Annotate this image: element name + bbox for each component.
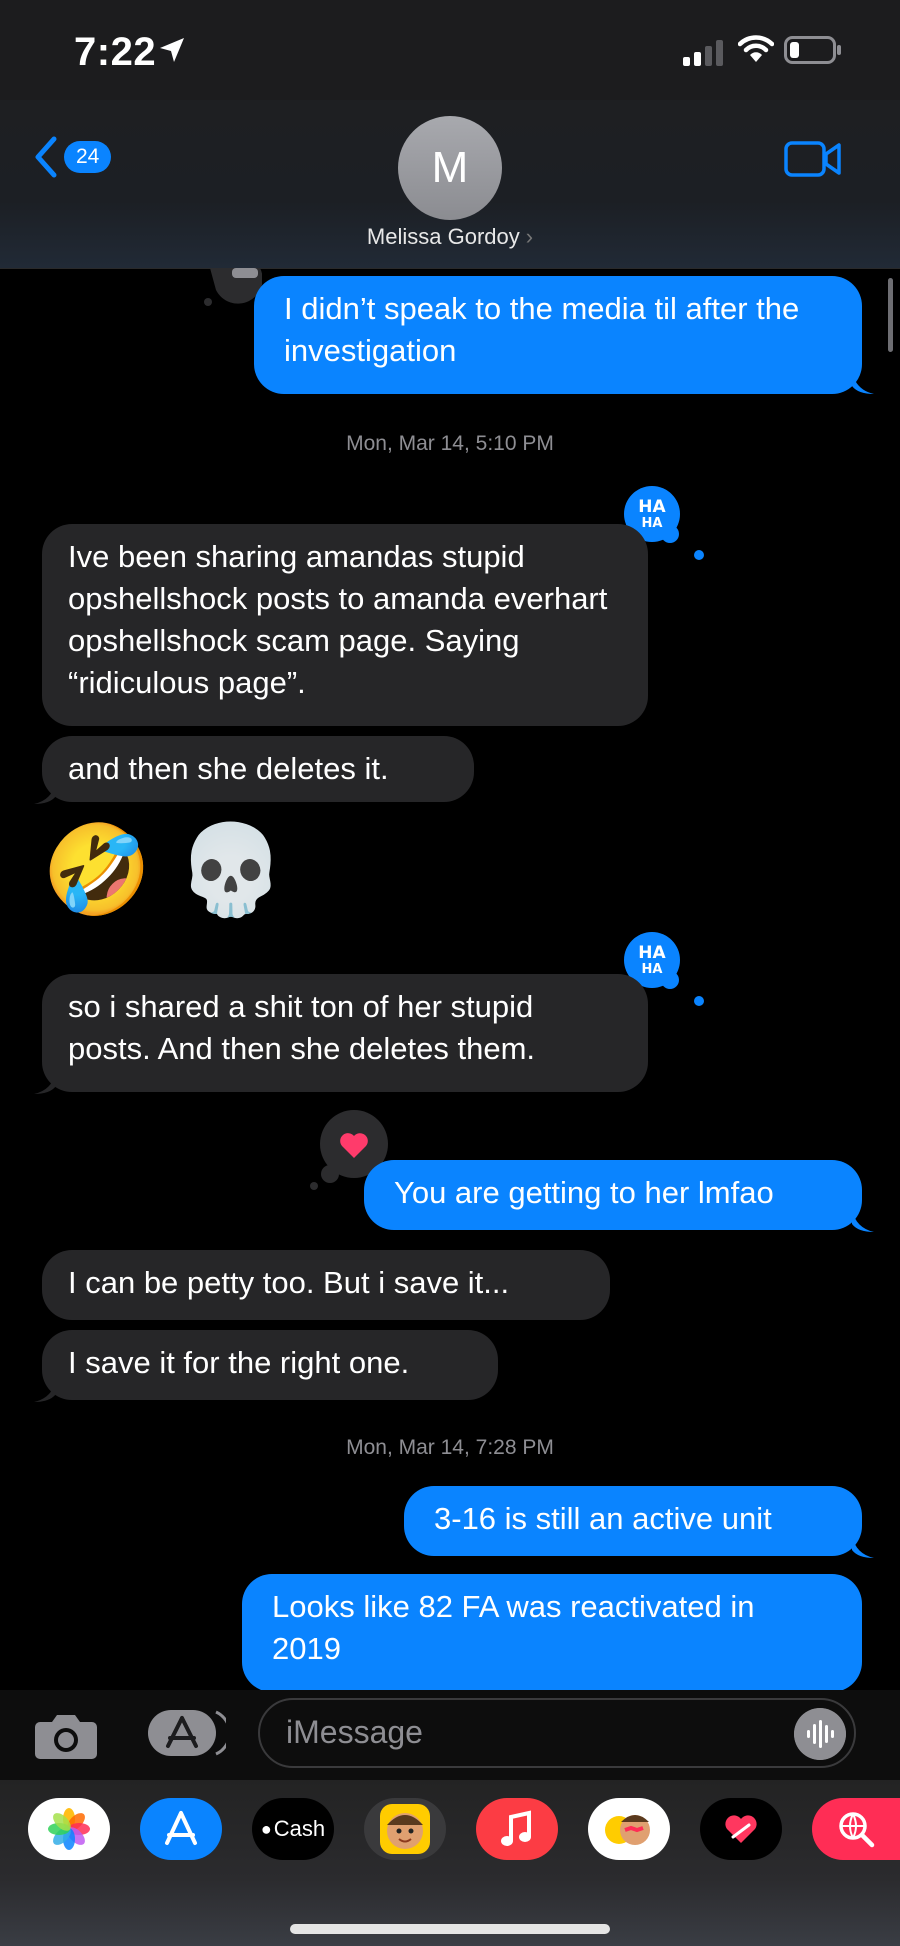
clock: 7:22 [74,30,157,74]
message-text: Ive been sharing amandas stupid opshells… [68,539,608,700]
status-bar: 7:22 [0,0,900,100]
message-text: 3-16 is still an active unit [434,1501,772,1536]
sent-message[interactable]: Looks like 82 FA was reactivated in 2019 [242,1574,862,1692]
bubble-tail [852,372,874,394]
bubble-tail [34,1072,56,1094]
camera-icon[interactable] [34,1712,98,1760]
sent-message[interactable]: I didn’t speak to the media til after th… [254,276,862,394]
music-note-icon [501,1810,531,1846]
wifi-icon [738,35,774,62]
svg-text:HA: HA [638,943,666,963]
message-text: You are getting to her lmfao [394,1175,774,1210]
home-indicator[interactable] [290,1924,610,1934]
svg-text:HA: HA [642,962,663,977]
photos-icon [48,1808,90,1850]
message-text: and then she deletes it. [68,751,389,786]
message-text: I can be petty too. But i save it... [68,1265,510,1300]
svg-text:HA: HA [638,497,666,517]
contact-avatar[interactable]: M [398,116,502,220]
memoji-stickers-app-button[interactable] [364,1798,446,1860]
message-text: so i shared a shit ton of her stupid pos… [68,989,536,1066]
emoji-message[interactable]: 🤣 💀 [42,822,286,918]
bubble-tail [852,1536,874,1558]
compose-bar: iMessage [0,1690,900,1780]
apple-cash-app-button[interactable]: ● Cash [252,1798,334,1860]
svg-text:HA: HA [642,516,663,531]
memoji-icon [380,1804,430,1854]
unread-count-badge: 24 [64,141,112,173]
apple-logo-icon: ● [260,1818,272,1839]
message-input-placeholder: iMessage [286,1714,423,1750]
app-drawer: ● Cash [0,1780,900,1946]
audio-waveform-icon[interactable] [794,1708,846,1760]
music-app-button[interactable] [476,1798,558,1860]
timestamp: Mon, Mar 14, 5:10 PM [346,432,554,455]
globe-search-icon [839,1812,875,1848]
tapback-bubble-partial [204,268,262,306]
received-message[interactable]: so i shared a shit ton of her stupid pos… [42,974,648,1092]
chevron-left-icon [35,136,57,178]
message-text: I save it for the right one. [68,1345,410,1380]
apple-cash-label: Cash [273,1816,326,1841]
cellular-signal-icon [683,40,723,66]
sent-message[interactable]: You are getting to her lmfao [364,1160,862,1230]
battery-icon [784,36,841,64]
conversation-header: 24 M Melissa Gordoy › [0,100,900,269]
bubble-tail [34,1380,56,1402]
received-message[interactable]: Ive been sharing amandas stupid opshells… [42,524,648,726]
digital-touch-heart-icon [725,1815,757,1843]
sent-message[interactable]: 3-16 is still an active unit [404,1486,862,1556]
app-store-button-icon[interactable] [146,1708,226,1758]
location-arrow-icon [160,38,184,62]
bubble-tail [34,782,56,804]
received-message[interactable]: and then she deletes it. [42,736,474,802]
photos-app-button[interactable] [28,1798,110,1860]
message-text: I didn’t speak to the media til after th… [284,291,800,368]
back-button[interactable]: 24 [34,136,112,178]
message-input[interactable]: iMessage [258,1698,856,1768]
contact-name-button[interactable]: Melissa Gordoy › [0,224,900,250]
message-text: Looks like 82 FA was reactivated in 2019 [272,1589,755,1666]
received-message[interactable]: I can be petty too. But i save it... [42,1250,610,1320]
animoji-app-button[interactable] [588,1798,670,1860]
animoji-icon [605,1815,650,1845]
app-store-app-button[interactable] [140,1798,222,1860]
app-store-icon [165,1811,197,1845]
received-message[interactable]: I save it for the right one. [42,1330,498,1400]
scrollbar[interactable] [888,278,893,352]
chevron-right-icon: › [525,224,534,249]
digital-touch-app-button[interactable] [700,1798,782,1860]
facetime-video-icon[interactable] [784,140,842,178]
web-images-app-button[interactable] [812,1798,900,1860]
contact-name: Melissa Gordoy [366,224,520,249]
timestamp: Mon, Mar 14, 7:28 PM [346,1436,554,1459]
bubble-tail [852,1210,874,1232]
avatar-initial: M [431,143,469,192]
